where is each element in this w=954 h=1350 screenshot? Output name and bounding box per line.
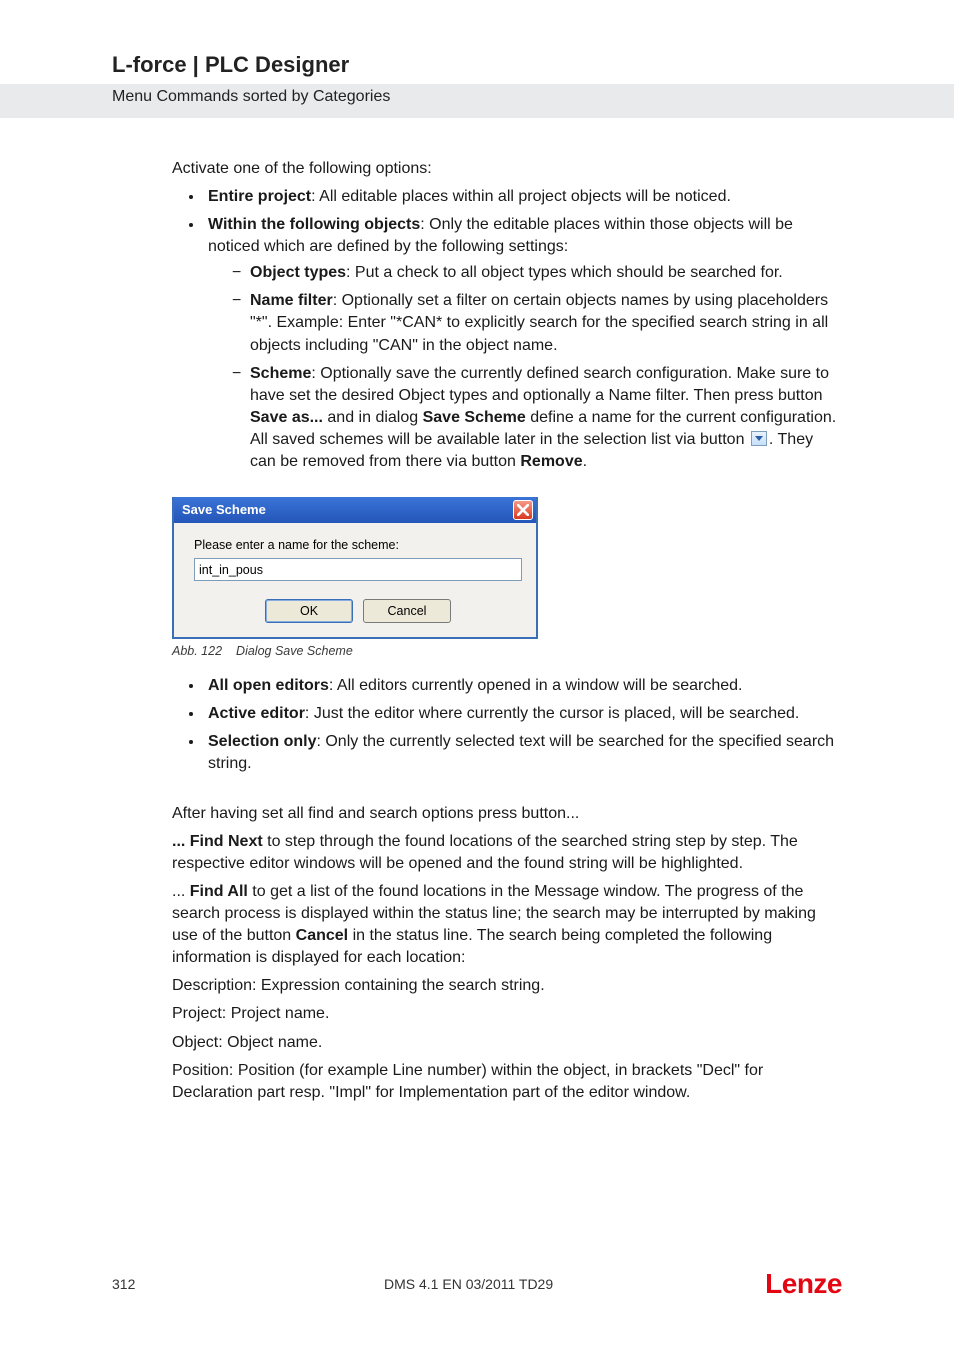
document-body: Activate one of the following options: E… — [172, 158, 842, 1104]
scheme-name-input[interactable] — [194, 558, 522, 581]
document-id: DMS 4.1 EN 03/2011 TD29 — [172, 1276, 765, 1292]
bold-text: Cancel — [296, 927, 348, 944]
text: : All editable places within all project… — [311, 188, 731, 205]
bold-text: Save Scheme — [423, 409, 526, 426]
page-number: 312 — [112, 1276, 172, 1292]
text: After having set all find and search opt… — [172, 803, 842, 825]
bold-text: Scheme — [250, 365, 311, 382]
intro-text: Activate one of the following options: — [172, 158, 842, 180]
dialog-title: Save Scheme — [182, 501, 266, 519]
doc-title: L-force | PLC Designer — [112, 52, 842, 78]
bold-text: Object types — [250, 264, 346, 281]
list-item: All open editors: All editors currently … — [204, 675, 842, 697]
dropdown-icon — [751, 431, 767, 446]
text: to step through the found locations of t… — [172, 833, 798, 872]
bold-text: Entire project — [208, 188, 311, 205]
ok-button[interactable]: OK — [265, 599, 353, 623]
text: and in dialog — [323, 409, 423, 426]
bold-text: All open editors — [208, 677, 329, 694]
bold-text: Active editor — [208, 705, 305, 722]
text: : Optionally set a filter on certain obj… — [250, 292, 828, 353]
brand-logo: Lenze — [765, 1268, 842, 1300]
text: : Just the editor where currently the cu… — [305, 705, 799, 722]
text: : All editors currently opened in a wind… — [329, 677, 743, 694]
sub-list-item: Object types: Put a check to all object … — [232, 262, 842, 284]
caption-text: Dialog Save Scheme — [236, 644, 353, 658]
list-item: Entire project: All editable places with… — [204, 186, 842, 208]
text: : Optionally save the currently defined … — [250, 365, 829, 404]
dialog-label: Please enter a name for the scheme: — [194, 537, 522, 554]
text: Project: Project name. — [172, 1003, 842, 1025]
text: Object: Object name. — [172, 1032, 842, 1054]
caption-number: Abb. 122 — [172, 644, 222, 658]
cancel-button[interactable]: Cancel — [363, 599, 451, 623]
bold-text: Save as... — [250, 409, 323, 426]
doc-subtitle: Menu Commands sorted by Categories — [112, 88, 842, 106]
list-item: Selection only: Only the currently selec… — [204, 731, 842, 775]
text: : Put a check to all object types which … — [346, 264, 783, 281]
page-footer: 312 DMS 4.1 EN 03/2011 TD29 Lenze — [112, 1268, 842, 1300]
sub-list-item: Scheme: Optionally save the currently de… — [232, 363, 842, 473]
list-item: Active editor: Just the editor where cur… — [204, 703, 842, 725]
bold-text: Remove — [520, 453, 582, 470]
bold-text: Find All — [190, 883, 248, 900]
sub-list-item: Name filter: Optionally set a filter on … — [232, 290, 842, 356]
close-button[interactable] — [513, 500, 533, 520]
bold-text: Selection only — [208, 733, 316, 750]
text: Position: Position (for example Line num… — [172, 1060, 842, 1104]
dialog-titlebar: Save Scheme — [174, 497, 536, 523]
bold-text: Within the following objects — [208, 216, 420, 233]
close-icon — [517, 504, 529, 516]
bold-text: ... Find Next — [172, 833, 263, 850]
text: . — [583, 453, 587, 470]
save-scheme-dialog: Save Scheme Please enter a name for the … — [172, 497, 538, 639]
text: Description: Expression containing the s… — [172, 975, 842, 997]
bold-text: Name filter — [250, 292, 333, 309]
list-item: Within the following objects: Only the e… — [204, 214, 842, 473]
text: ... — [172, 883, 190, 900]
figure-caption: Abb. 122 Dialog Save Scheme — [172, 643, 842, 660]
